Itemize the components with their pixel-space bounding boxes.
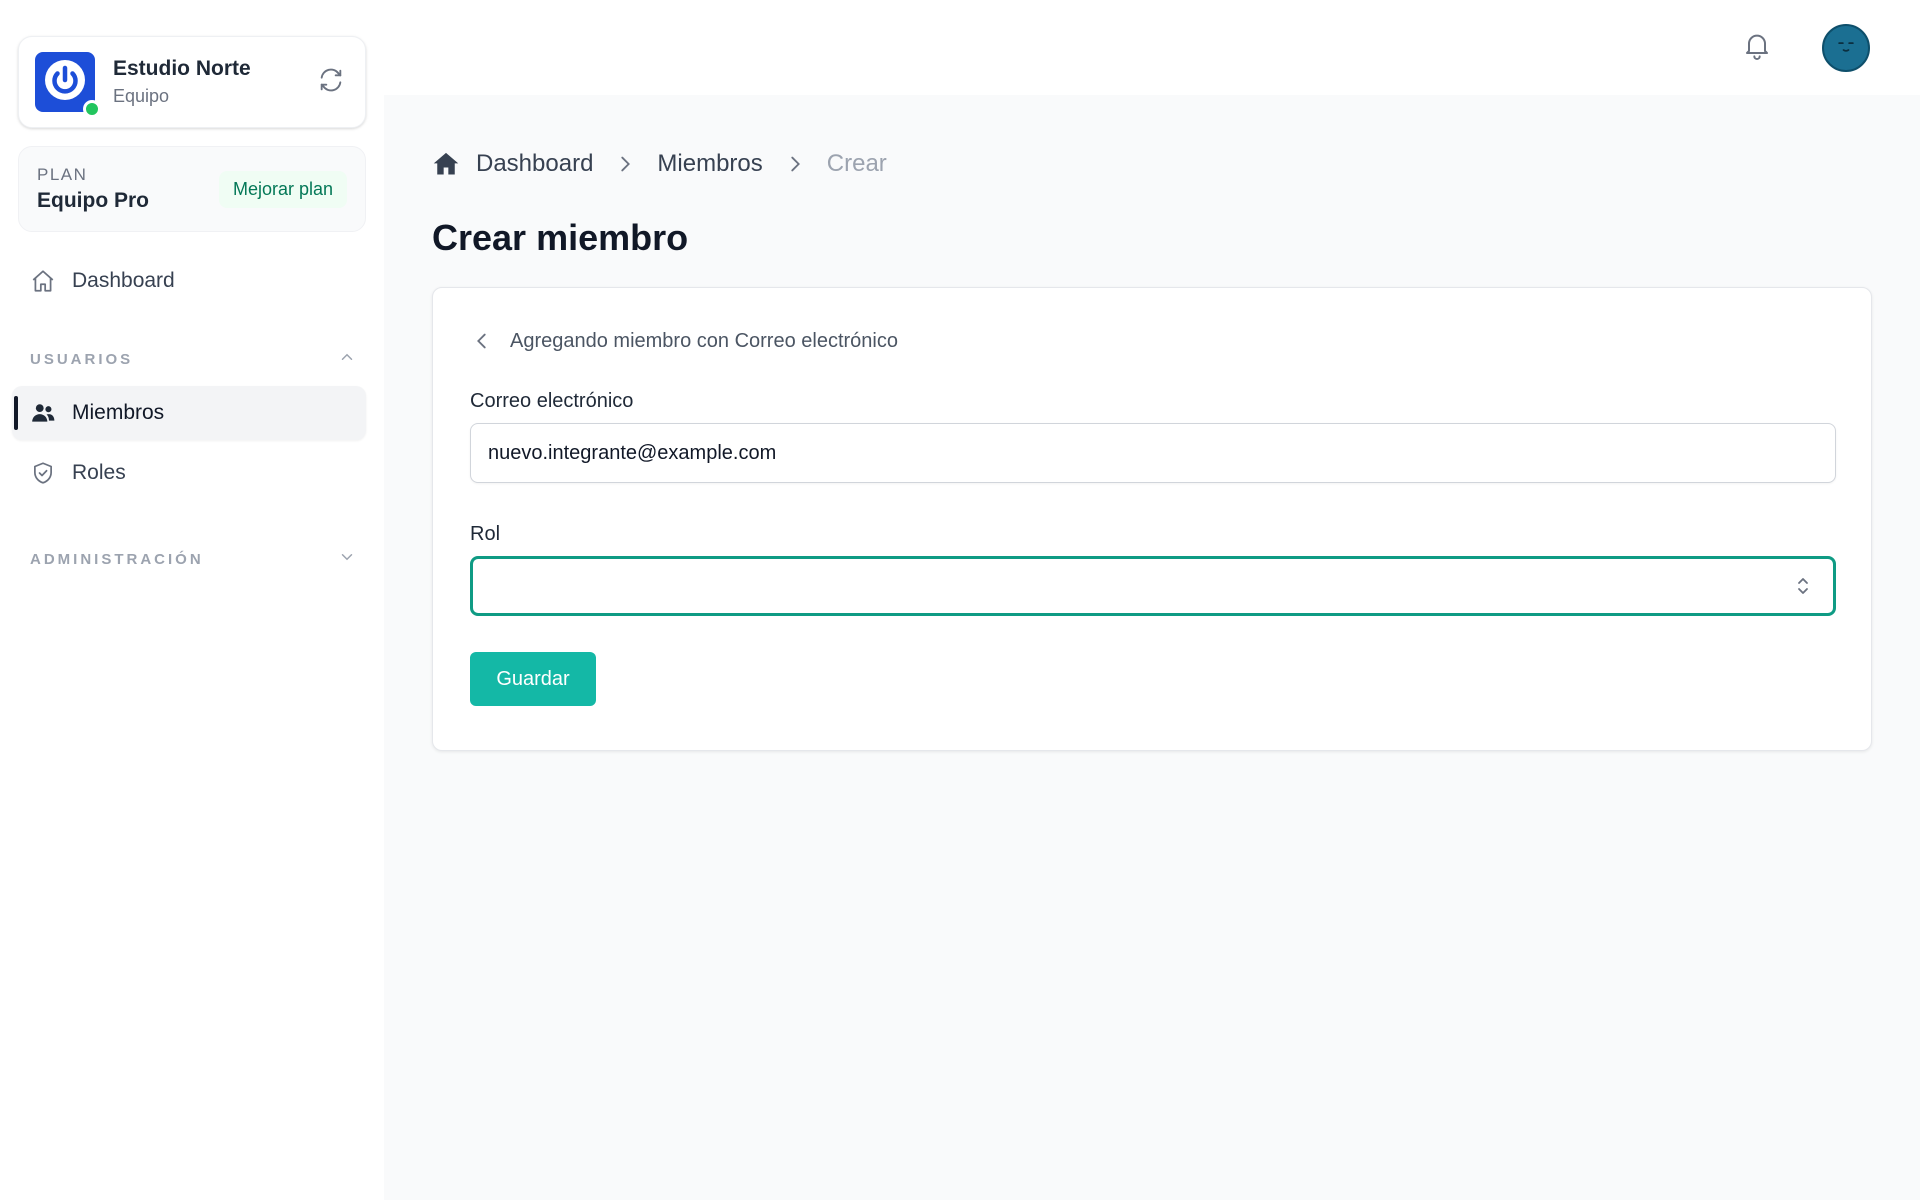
create-member-form: Agregando miembro con Correo electrónico… [432,287,1872,751]
team-name: Estudio Norte [113,57,251,80]
content: Dashboard Miembros Crear Crear miembro A… [384,95,1920,1200]
team-type: Equipo [113,86,170,106]
breadcrumb-miembros[interactable]: Miembros [657,150,762,178]
chevron-right-icon [781,150,809,178]
power-icon [43,58,87,107]
online-status-dot [83,100,101,118]
sidebar-item-miembros[interactable]: Miembros [12,386,366,440]
team-logo [35,52,101,118]
breadcrumb-current: Crear [826,150,887,177]
chevron-left-icon [470,329,494,353]
section-toggle-administracion[interactable]: ADMINISTRACIÓN [12,544,366,574]
email-label: Correo electrónico [470,390,634,412]
main-area: Dashboard Miembros Crear Crear miembro A… [384,0,1920,1200]
sidebar: Estudio Norte Equipo PLAN Equipo Pro Mej… [0,0,384,1200]
chevron-up-down-icon [1793,573,1813,599]
breadcrumb-dashboard[interactable]: Dashboard [476,150,593,178]
home-outline-icon [30,268,56,294]
refresh-icon [317,66,345,99]
sidebar-item-roles[interactable]: Roles [12,446,366,500]
avatar-face-icon [1831,30,1861,65]
topbar [384,0,1920,95]
save-button[interactable]: Guardar [470,652,596,706]
back-link[interactable]: Agregando miembro con Correo electrónico [470,324,1834,358]
notifications-button[interactable] [1740,31,1774,65]
app-root: Estudio Norte Equipo PLAN Equipo Pro Mej… [0,0,1920,1200]
sidebar-item-label: Miembros [72,401,165,424]
plan-card: PLAN Equipo Pro Mejorar plan [18,146,366,232]
users-icon [30,400,56,426]
email-field[interactable] [470,423,1836,483]
upgrade-plan-button[interactable]: Mejorar plan [218,170,347,208]
section-title: ADMINISTRACIÓN [30,550,204,568]
chevron-right-icon [611,150,639,178]
section-title: USUARIOS [30,350,134,368]
page-title: Crear miembro [432,217,689,258]
plan-name: Equipo Pro [37,189,149,212]
shield-check-icon [30,460,56,486]
breadcrumb: Dashboard Miembros Crear [432,145,1872,183]
back-link-text: Agregando miembro con Correo electrónico [510,329,898,352]
role-select[interactable] [470,556,1836,616]
sidebar-item-label: Dashboard [72,269,175,292]
team-switcher[interactable]: Estudio Norte Equipo [18,36,366,128]
sidebar-item-dashboard[interactable]: Dashboard [12,254,366,308]
bell-icon [1741,29,1773,66]
chevron-up-icon [338,348,356,370]
switch-team-button[interactable] [313,64,349,100]
user-avatar-button[interactable] [1822,23,1870,72]
section-toggle-usuarios[interactable]: USUARIOS [12,344,366,374]
sidebar-item-label: Roles [72,461,126,484]
plan-label: PLAN [37,165,88,184]
home-icon[interactable] [432,150,460,178]
plan-info: PLAN Equipo Pro [37,165,149,213]
team-info: Estudio Norte Equipo [113,56,313,108]
chevron-down-icon [338,548,356,570]
role-label: Rol [470,523,501,545]
